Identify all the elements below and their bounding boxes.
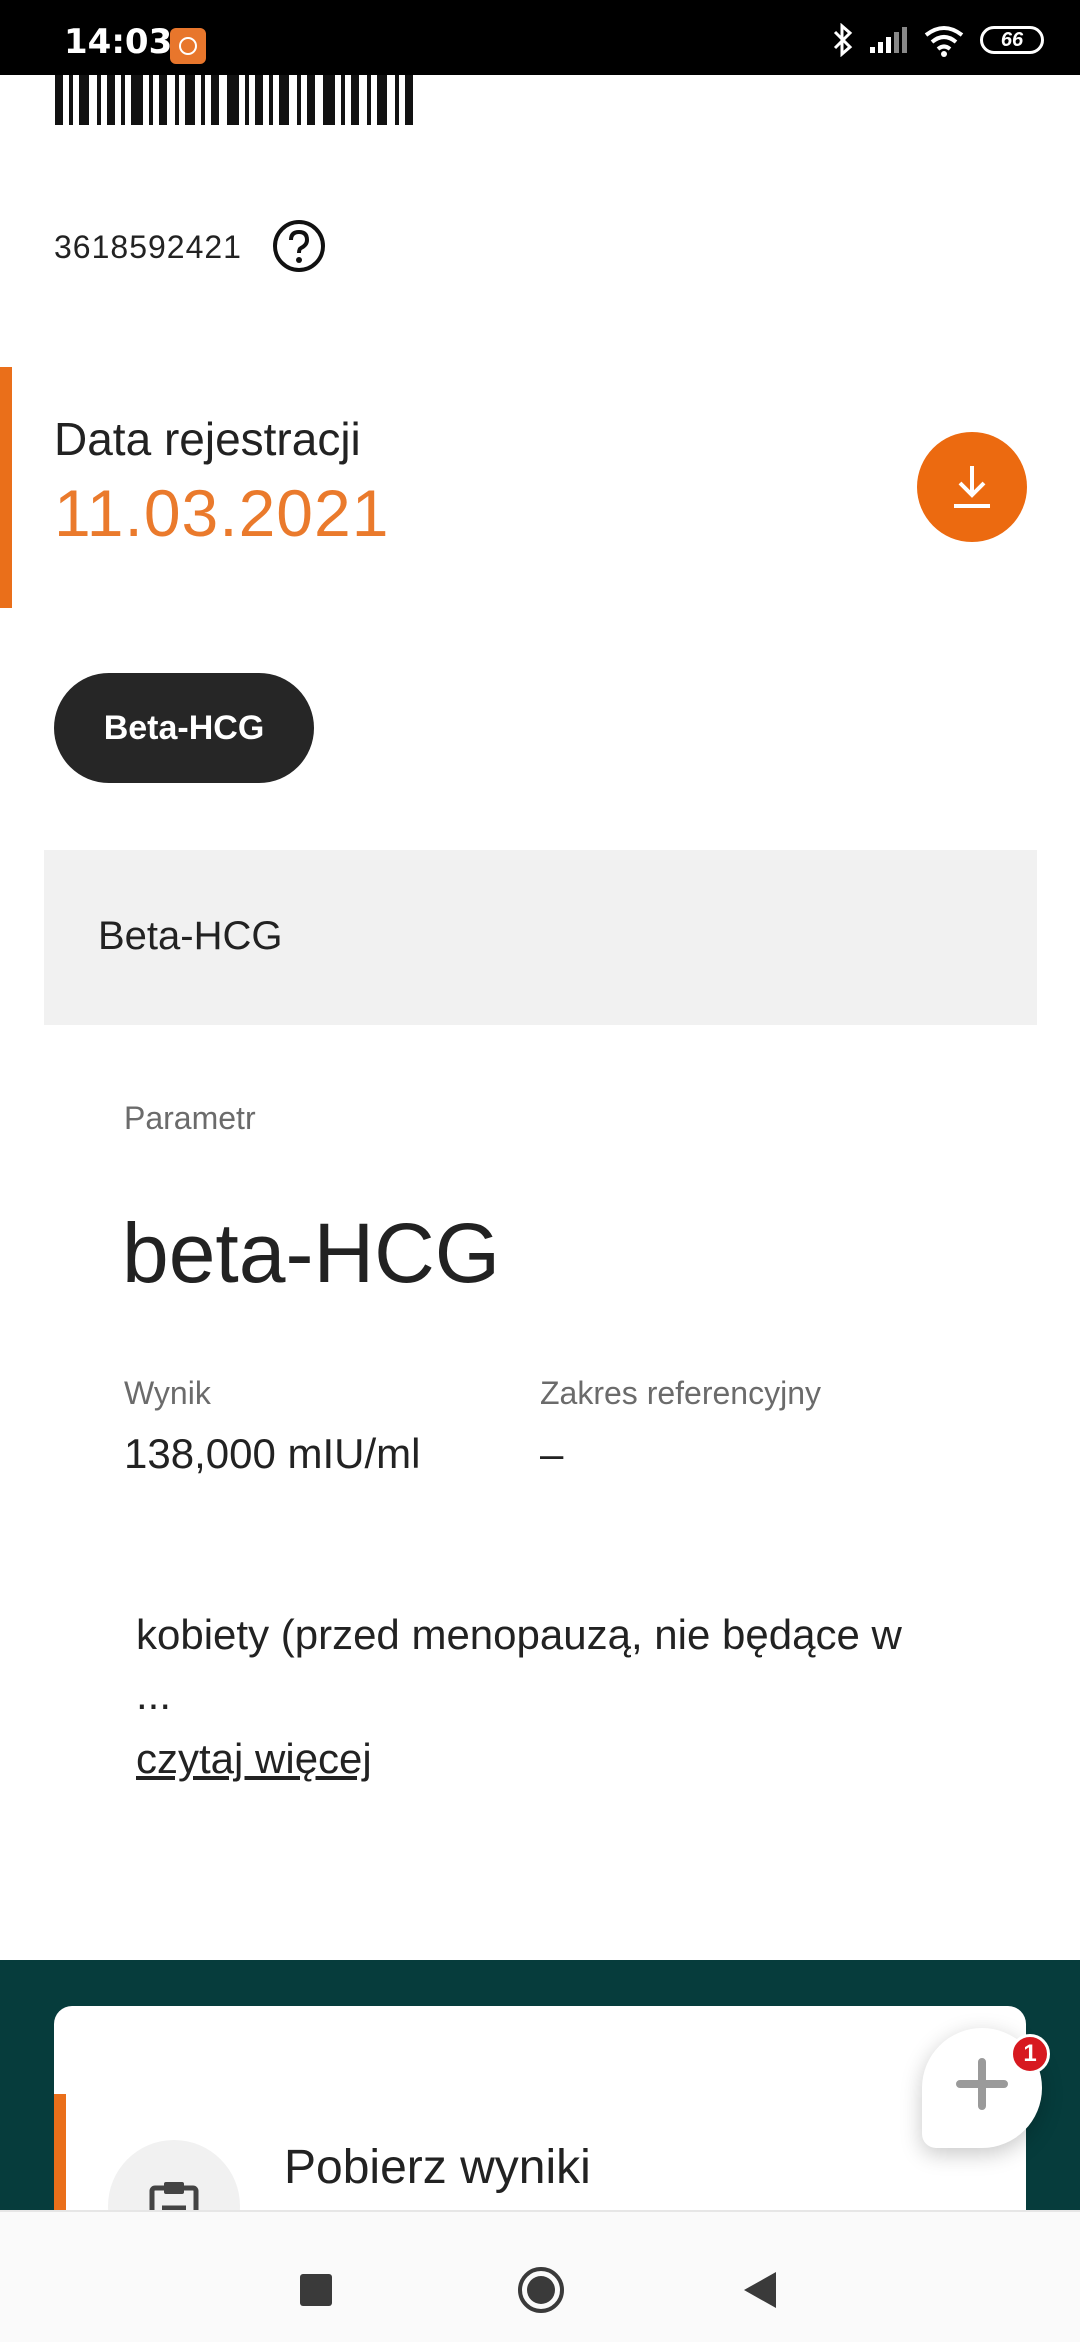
status-bar: 14:03 66: [0, 0, 1080, 75]
notification-badge: 1: [1010, 2034, 1050, 2074]
wifi-icon: [924, 26, 964, 57]
bluetooth-icon: [833, 23, 853, 57]
read-more-link[interactable]: czytaj więcej: [136, 1735, 372, 1783]
barcode: [55, 75, 413, 125]
section-header: Beta-HCG: [44, 850, 1037, 1025]
description-text: kobiety (przed menopauzą, nie będące w: [136, 1611, 902, 1658]
registration-date: 11.03.2021: [54, 476, 390, 550]
app-notification-icon: [170, 28, 206, 64]
reference-range-label: Zakres referencyjny: [540, 1375, 821, 1411]
download-button[interactable]: [917, 432, 1027, 542]
barcode-number: 3618592421: [54, 229, 242, 265]
download-results-card[interactable]: Pobierz wyniki: [54, 2006, 1026, 2210]
section-title: Beta-HCG: [98, 914, 283, 958]
home-icon[interactable]: [516, 2265, 566, 2315]
parameter-name: beta-HCG: [122, 1206, 501, 1300]
description-ellipsis: ...: [136, 1671, 172, 1718]
registration-label: Data rejestracji: [54, 413, 361, 465]
card-accent-bar: [54, 2094, 66, 2210]
card-title: Pobierz wyniki: [284, 2141, 591, 2194]
signal-icon: [870, 27, 907, 53]
clipboard-icon: [149, 2182, 199, 2210]
help-icon[interactable]: [272, 219, 326, 273]
registration-accent-bar: [0, 367, 12, 608]
plus-icon: [956, 2058, 1008, 2110]
back-icon[interactable]: [740, 2269, 780, 2311]
result-value: 138,000 mIU/ml: [124, 1430, 421, 1477]
reference-range-value: –: [540, 1430, 564, 1477]
status-icons: 66: [832, 22, 1044, 58]
result-sheet: 3618592421 Data rejestracji 11.03.2021 B…: [0, 75, 1080, 1960]
status-time: 14:03: [64, 22, 173, 62]
recent-apps-icon[interactable]: [300, 2274, 332, 2306]
card-icon-container: [108, 2140, 240, 2210]
battery-icon: 66: [980, 26, 1044, 54]
download-icon: [954, 466, 990, 508]
parameter-label: Parametr: [124, 1100, 256, 1136]
result-label: Wynik: [124, 1375, 211, 1411]
navigation-bar: [0, 2210, 1080, 2342]
test-chip-beta-hcg[interactable]: Beta-HCG: [54, 673, 314, 783]
